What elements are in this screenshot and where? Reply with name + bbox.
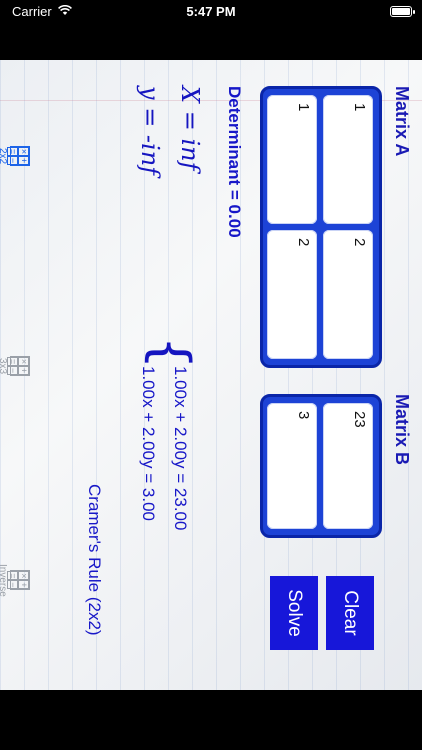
determinant-label: Determinant = 0.00 (225, 86, 244, 238)
equation-1: 1.00x + 2.00y = 23.00 (171, 366, 190, 531)
method-label: Cramer's Rule (2x2) (85, 484, 104, 636)
x-solution: X = inf (176, 86, 204, 171)
tab-2x2[interactable]: × + = − 2x2 (0, 146, 30, 166)
matrix-b-cell-2[interactable]: 3 (267, 403, 317, 529)
tab-inverse[interactable]: × + = − Inverse (0, 564, 30, 597)
status-bar: Carrier 5:47 PM (0, 0, 422, 24)
matrix-a-cell-2-2[interactable]: 2 (267, 230, 317, 359)
matrix-icon: × + = − (7, 356, 30, 376)
status-time: 5:47 PM (186, 4, 236, 19)
matrix-a-cell-1-1[interactable]: 1 (323, 95, 373, 224)
tab-3x3[interactable]: × + = − 3x3 (0, 356, 30, 376)
matrix-a-grid: 1 2 1 2 (260, 86, 382, 368)
solve-button[interactable]: Solve (270, 576, 318, 650)
matrix-b-cell-1[interactable]: 23 (323, 403, 373, 529)
y-solution: y = -inf (136, 86, 164, 176)
matrix-a-title: Matrix A (392, 86, 412, 157)
equation-2: 1.00x + 2.00y = 3.00 (139, 366, 158, 522)
battery-icon (390, 6, 415, 17)
tab-2x2-label: 2x2 (0, 147, 8, 165)
tab-inverse-label: Inverse (0, 564, 8, 597)
matrix-a-cell-1-2[interactable]: 2 (323, 230, 373, 359)
matrix-b-grid: 23 3 (260, 394, 382, 538)
matrix-icon: × + = − (7, 146, 30, 166)
app-screen: Carrier 5:47 PM Matrix A 1 2 1 2 Matrix … (0, 0, 422, 750)
bottom-bar (0, 690, 422, 750)
equation-brace: { (140, 336, 200, 370)
tab-3x3-label: 3x3 (0, 357, 8, 375)
rotated-content: Matrix A 1 2 1 2 Matrix B 23 3 Clear Sol… (0, 60, 422, 690)
matrix-b-title: Matrix B (392, 394, 412, 466)
matrix-icon: × + = − (7, 570, 30, 591)
matrix-a-cell-2-1[interactable]: 1 (267, 95, 317, 224)
clear-button[interactable]: Clear (326, 576, 374, 650)
